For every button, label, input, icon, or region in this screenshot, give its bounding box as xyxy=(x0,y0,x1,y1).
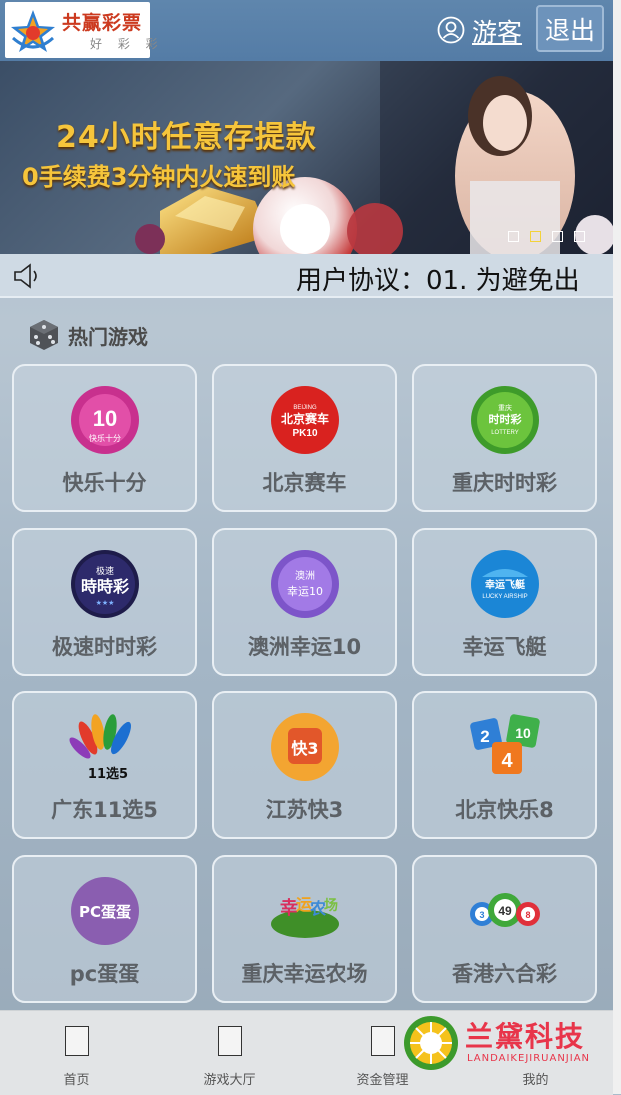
svg-text:PK10: PK10 xyxy=(292,428,317,439)
svg-text:LOTTERY: LOTTERY xyxy=(491,430,519,436)
svg-text:时时彩: 时时彩 xyxy=(488,412,521,426)
banner-dot[interactable] xyxy=(530,231,541,242)
svg-text:幸运飞艇: 幸运飞艇 xyxy=(485,578,526,591)
svg-text:3: 3 xyxy=(479,910,484,920)
game-card-bjpk10[interactable]: BEIJING 北京赛车 PK10 北京赛车 xyxy=(212,364,397,512)
au-lucky10-icon: 澳洲 幸运10 xyxy=(270,550,339,618)
svg-text:北京赛车: 北京赛车 xyxy=(280,411,328,426)
tab-home[interactable]: 首页 xyxy=(0,1011,153,1095)
svg-text:BEIJING: BEIJING xyxy=(293,405,317,411)
svg-text:49: 49 xyxy=(498,904,512,918)
notice-bar[interactable]: 用户协议：01. 为避免出 xyxy=(0,254,613,298)
game-label: 快乐十分 xyxy=(62,471,147,495)
gd11x5-icon: 11选5 xyxy=(68,714,131,782)
banner-subheadline: 0手续费3分钟内火速到账 xyxy=(22,163,296,191)
game-hall-icon xyxy=(217,1026,242,1056)
banner-headline: 24小时任意存提款 xyxy=(56,120,317,155)
banner-dot[interactable] xyxy=(552,231,563,242)
notice-text: 用户协议：01. 为避免出 xyxy=(296,266,580,296)
game-label: 江苏快3 xyxy=(265,798,344,822)
svg-text:PC蛋蛋: PC蛋蛋 xyxy=(78,903,130,921)
game-label: 广东11选5 xyxy=(51,798,158,822)
bjpk10-icon: BEIJING 北京赛车 PK10 xyxy=(270,386,339,454)
svg-text:4: 4 xyxy=(501,750,513,772)
hot-games-label: 热门游戏 xyxy=(68,324,148,349)
svg-text:10: 10 xyxy=(515,725,531,741)
logo-star-icon xyxy=(11,10,55,52)
svg-text:10: 10 xyxy=(92,406,116,431)
hot-games-title: 热门游戏 xyxy=(28,318,148,352)
game-label: pc蛋蛋 xyxy=(69,962,140,986)
game-label: 重庆时时彩 xyxy=(452,471,557,495)
svg-text:幸运10: 幸运10 xyxy=(287,585,323,598)
user-icon[interactable] xyxy=(437,16,465,44)
svg-text:快3: 快3 xyxy=(291,739,318,758)
watermark-text: 兰黛科技 xyxy=(465,1020,586,1053)
game-label: 北京赛车 xyxy=(262,471,347,495)
svg-text:★★★: ★★★ xyxy=(95,599,114,607)
tab-game-hall[interactable]: 游戏大厅 xyxy=(153,1011,306,1095)
cqssc-icon: 重庆 时时彩 LOTTERY xyxy=(470,386,539,454)
logo[interactable]: 共赢彩票 好 彩 彩 xyxy=(5,2,158,58)
watermark-subtext: LANDAIKEJIRUANJIAN xyxy=(467,1053,591,1064)
logout-button[interactable]: 退出 xyxy=(536,5,604,52)
header: 共赢彩票 好 彩 彩 游客 退出 xyxy=(0,0,613,61)
svg-text:极速: 极速 xyxy=(95,565,113,577)
funds-icon xyxy=(370,1026,395,1056)
svg-text:重庆: 重庆 xyxy=(498,403,512,412)
game-label: 澳洲幸运10 xyxy=(247,635,362,659)
lucky-airship-icon: 幸运飞艇 LUCKY AIRSHIP xyxy=(470,550,539,618)
kuaile10-icon: 10 快乐十分 xyxy=(70,386,139,454)
game-label: 重庆幸运农场 xyxy=(241,962,368,986)
game-card-au-lucky10[interactable]: 澳洲 幸运10 澳洲幸运10 xyxy=(212,528,397,676)
game-label: 香港六合彩 xyxy=(452,962,557,986)
game-card-gd11x5[interactable]: 11选5 广东11选5 xyxy=(12,691,197,839)
jsssc-icon: 极速 時時彩 ★★★ xyxy=(70,550,139,618)
svg-text:2: 2 xyxy=(480,727,489,746)
game-label: 极速时时彩 xyxy=(52,635,157,659)
logo-title: 共赢彩票 xyxy=(62,12,143,34)
game-card-cqssc[interactable]: 重庆 时时彩 LOTTERY 重庆时时彩 xyxy=(412,364,597,512)
svg-text:8: 8 xyxy=(525,910,530,920)
game-card-cq-lucky-farm[interactable]: 幸 运 农 场 重庆幸运农场 xyxy=(212,855,397,1003)
tab-label: 首页 xyxy=(63,1073,90,1088)
svg-text:快乐十分: 快乐十分 xyxy=(89,433,121,443)
banner-dot[interactable] xyxy=(574,231,585,242)
svg-text:11选5: 11选5 xyxy=(87,766,127,782)
game-card-pcdd[interactable]: PC蛋蛋 pc蛋蛋 xyxy=(12,855,197,1003)
jsk3-icon: 快3 xyxy=(270,713,339,781)
dice-icon xyxy=(30,320,58,350)
banner-pagination xyxy=(508,231,585,242)
hk-mark6-icon: 3 49 8 xyxy=(469,893,540,927)
svg-text:LUCKY AIRSHIP: LUCKY AIRSHIP xyxy=(482,594,527,600)
game-card-lucky-airship[interactable]: 幸运飞艇 LUCKY AIRSHIP 幸运飞艇 xyxy=(412,528,597,676)
home-icon xyxy=(64,1026,89,1056)
promo-banner[interactable]: 24小时任意存提款 0手续费3分钟内火速到账 15 xyxy=(0,61,613,254)
logo-subtitle: 好 彩 彩 xyxy=(90,37,164,51)
banner-dot[interactable] xyxy=(508,231,519,242)
game-card-jsssc[interactable]: 极速 時時彩 ★★★ 极速时时彩 xyxy=(12,528,197,676)
bjkl8-icon: 2 10 4 xyxy=(469,714,540,774)
svg-text:澳洲: 澳洲 xyxy=(295,569,315,582)
svg-text:场: 场 xyxy=(324,898,338,914)
speaker-icon xyxy=(14,263,37,289)
game-card-jsk3[interactable]: 快3 江苏快3 xyxy=(212,691,397,839)
game-card-hk-mark6[interactable]: 3 49 8 香港六合彩 xyxy=(412,855,597,1003)
svg-text:時時彩: 時時彩 xyxy=(80,577,128,596)
scrollbar[interactable] xyxy=(613,0,621,1094)
game-label: 幸运飞艇 xyxy=(462,635,547,659)
game-card-bjkl8[interactable]: 2 10 4 北京快乐8 xyxy=(412,691,597,839)
watermark-logo-icon xyxy=(404,1016,458,1070)
game-card-kuaile10[interactable]: 10 快乐十分 快乐十分 xyxy=(12,364,197,512)
guest-link[interactable]: 游客 xyxy=(472,13,522,49)
game-label: 北京快乐8 xyxy=(455,798,554,822)
cq-lucky-farm-icon: 幸 运 农 场 xyxy=(270,895,339,938)
watermark: 兰黛科技 LANDAIKEJIRUANJIAN xyxy=(401,1013,601,1073)
tab-label: 游戏大厅 xyxy=(203,1073,256,1088)
pcdd-icon: PC蛋蛋 xyxy=(70,877,139,945)
